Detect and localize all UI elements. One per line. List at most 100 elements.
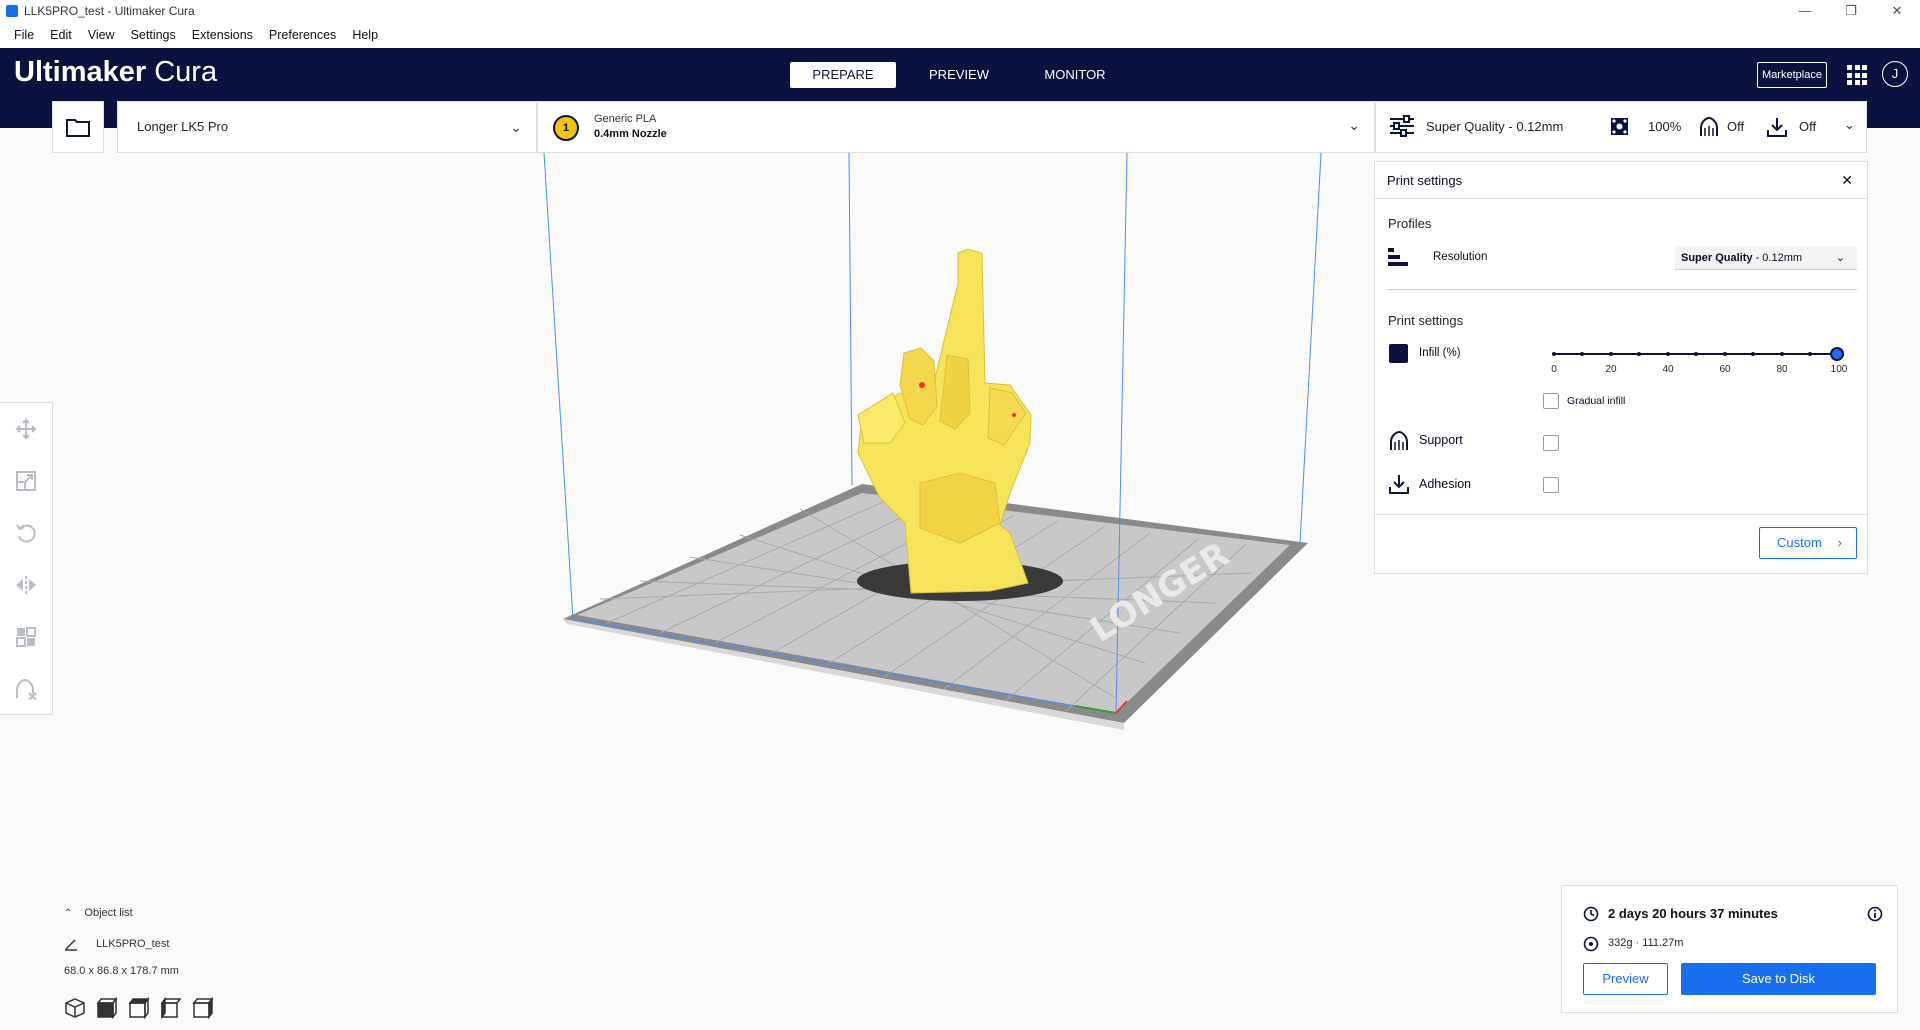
profiles-title: Profiles xyxy=(1388,216,1432,231)
estimated-material: 332g · 111.27m xyxy=(1608,937,1684,949)
chevron-right-icon: › xyxy=(1837,535,1842,550)
extruder-badge-icon: 1 xyxy=(553,115,579,141)
window-titlebar: LLK5PRO_test - Ultimaker Cura — ❐ ✕ xyxy=(0,0,1920,22)
stage-tabs: PREPARE PREVIEW MONITOR xyxy=(790,62,1138,88)
slider-step xyxy=(1751,352,1755,356)
info-icon[interactable] xyxy=(1867,906,1883,922)
custom-settings-button[interactable]: Custom › xyxy=(1759,527,1857,559)
adhesion-icon xyxy=(1389,475,1409,494)
menu-bar: File Edit View Settings Extensions Prefe… xyxy=(0,22,1920,48)
nozzle-size: 0.4mm Nozzle xyxy=(594,128,667,140)
infill-tick: 40 xyxy=(1662,364,1674,375)
slider-step xyxy=(1637,352,1641,356)
menu-help[interactable]: Help xyxy=(344,28,386,42)
resolution-icon xyxy=(1388,248,1408,266)
slider-step xyxy=(1808,352,1812,356)
slider-step xyxy=(1609,352,1613,356)
applications-grid-icon[interactable] xyxy=(1847,65,1867,85)
front-view-icon[interactable] xyxy=(96,997,118,1019)
divider xyxy=(1387,289,1857,290)
per-model-settings-tool[interactable] xyxy=(0,611,52,663)
3d-view-icon[interactable] xyxy=(64,997,86,1019)
close-icon[interactable]: ✕ xyxy=(1841,162,1853,199)
app-logo: Ultimaker Cura xyxy=(14,56,218,88)
per-model-settings-icon xyxy=(16,627,36,647)
right-view-icon[interactable] xyxy=(192,997,214,1019)
close-window-button[interactable]: ✕ xyxy=(1874,0,1920,22)
infill-tick: 60 xyxy=(1719,364,1731,375)
pencil-icon[interactable] xyxy=(64,937,78,951)
menu-extensions[interactable]: Extensions xyxy=(184,28,261,42)
object-name[interactable]: LLK5PRO_test xyxy=(96,938,169,950)
panel-header: Print settings ✕ xyxy=(1375,162,1867,199)
adhesion-checkbox[interactable] xyxy=(1543,477,1559,493)
top-view-icon[interactable] xyxy=(128,997,150,1019)
rotate-tool[interactable] xyxy=(0,507,52,559)
support-blocker-tool[interactable] xyxy=(0,663,52,715)
maximize-button[interactable]: ❐ xyxy=(1828,0,1874,22)
account-avatar[interactable]: J xyxy=(1882,61,1908,87)
estimated-print-time: 2 days 20 hours 37 minutes xyxy=(1608,906,1778,921)
infill-slider-handle[interactable] xyxy=(1830,347,1844,361)
rotate-icon xyxy=(16,524,36,543)
object-list-toggle[interactable]: Object list xyxy=(84,907,132,919)
slider-step xyxy=(1694,352,1698,356)
scale-tool[interactable] xyxy=(0,455,52,507)
machine-selector[interactable]: Longer LK5 Pro ⌄ xyxy=(117,101,537,153)
resolution-value-bold: Super Quality xyxy=(1681,252,1753,264)
mirror-tool[interactable] xyxy=(0,559,52,611)
preview-button[interactable]: Preview xyxy=(1583,963,1668,995)
print-settings-section-title: Print settings xyxy=(1388,313,1464,328)
summary-profile: Super Quality - 0.12mm xyxy=(1426,119,1564,134)
object-dimensions: 68.0 x 86.8 x 178.7 mm xyxy=(64,965,179,977)
infill-tick: 80 xyxy=(1776,364,1788,375)
resolution-label: Resolution xyxy=(1433,251,1488,263)
window-controls: — ❐ ✕ xyxy=(1782,0,1920,22)
print-settings-panel: Print settings ✕ Profiles Resolution Sup… xyxy=(1374,161,1868,574)
mirror-icon xyxy=(16,576,36,594)
divider xyxy=(1375,514,1867,515)
chevron-down-icon: ⌄ xyxy=(510,119,522,135)
tab-preview[interactable]: PREVIEW xyxy=(906,62,1012,88)
chevron-up-icon[interactable]: ⌃ xyxy=(64,908,72,919)
gradual-infill-checkbox[interactable] xyxy=(1543,393,1559,409)
tab-monitor[interactable]: MONITOR xyxy=(1022,62,1128,88)
view-orientation-buttons xyxy=(64,997,214,1019)
slider-step xyxy=(1552,352,1556,356)
minimize-button[interactable]: — xyxy=(1782,0,1828,22)
menu-settings[interactable]: Settings xyxy=(123,28,184,42)
support-icon xyxy=(1390,430,1408,450)
open-file-button[interactable] xyxy=(52,101,104,153)
machine-name: Longer LK5 Pro xyxy=(137,119,229,134)
resolution-value-rest: - 0.12mm xyxy=(1752,252,1803,264)
summary-infill: 100% xyxy=(1648,119,1682,134)
print-estimate-panel: 2 days 20 hours 37 minutes 332g · 111.27… xyxy=(1561,885,1898,1013)
gradual-infill-label: Gradual infill xyxy=(1567,395,1626,407)
cura-app-icon xyxy=(6,5,18,17)
tab-prepare[interactable]: PREPARE xyxy=(790,62,896,88)
object-list: ⌃ Object list LLK5PRO_test 68.0 x 86.8 x… xyxy=(64,907,214,1019)
marketplace-button[interactable]: Marketplace xyxy=(1757,62,1827,88)
move-tool[interactable] xyxy=(0,403,52,455)
slider-step xyxy=(1780,352,1784,356)
menu-edit[interactable]: Edit xyxy=(42,28,80,42)
overhang-marker xyxy=(919,382,925,388)
spool-icon xyxy=(1583,936,1599,952)
panel-title: Print settings xyxy=(1387,173,1463,188)
infill-tick: 100 xyxy=(1830,364,1848,375)
menu-view[interactable]: View xyxy=(80,28,123,42)
support-checkbox[interactable] xyxy=(1543,435,1559,451)
support-label: Support xyxy=(1419,433,1463,447)
menu-file[interactable]: File xyxy=(6,28,42,42)
print-settings-summary[interactable]: Super Quality - 0.12mm 100% Off Off ⌄ xyxy=(1375,101,1867,153)
chevron-down-icon: ⌄ xyxy=(1835,252,1845,264)
left-view-icon[interactable] xyxy=(160,997,182,1019)
scale-icon xyxy=(16,471,36,491)
slider-step xyxy=(1666,352,1670,356)
summary-support: Off xyxy=(1727,119,1745,134)
move-icon xyxy=(15,418,37,440)
menu-preferences[interactable]: Preferences xyxy=(261,28,344,42)
save-to-disk-button[interactable]: Save to Disk xyxy=(1681,963,1876,995)
material-selector[interactable]: 1 Generic PLA 0.4mm Nozzle ⌄ xyxy=(537,101,1375,153)
resolution-dropdown[interactable]: Super Quality - 0.12mm ⌄ xyxy=(1675,246,1857,270)
